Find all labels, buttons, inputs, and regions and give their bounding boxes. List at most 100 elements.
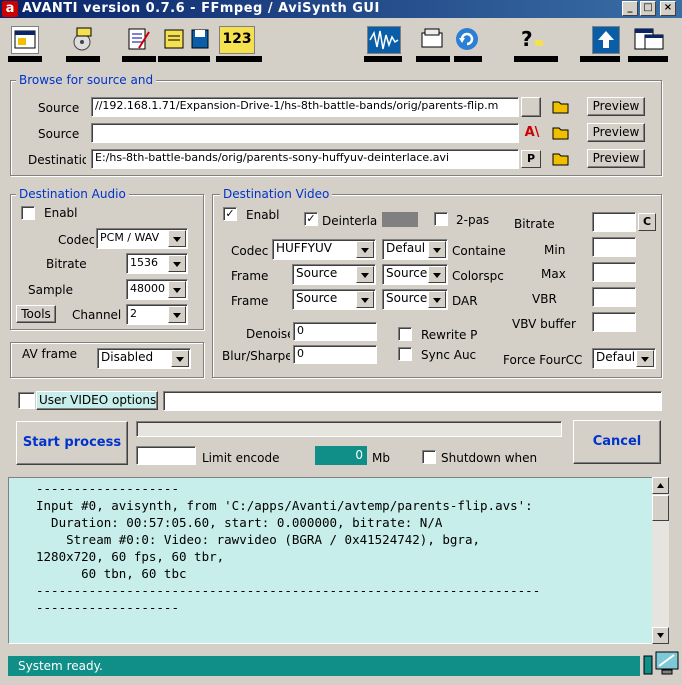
destination-input[interactable]: E:/hs-8th-battle-bands/orig/parents-sony…: [91, 149, 519, 169]
frame-size-value: Source: [296, 266, 338, 280]
preview-destination-button[interactable]: Preview: [587, 149, 645, 168]
counter-icon[interactable]: 123: [216, 24, 262, 62]
tools-button[interactable]: Tools: [16, 305, 56, 323]
source1-input[interactable]: //192.168.1.71/Expansion-Drive-1/hs-8th-…: [91, 97, 519, 117]
chevron-down-icon[interactable]: [428, 266, 446, 283]
video-enable-checkbox[interactable]: ✓: [223, 207, 237, 221]
source2-folder-icon[interactable]: [552, 124, 570, 140]
vbv-buffer-input[interactable]: [592, 312, 636, 332]
audio-codec-select[interactable]: PCM / WAV: [96, 228, 188, 249]
chevron-down-icon[interactable]: [356, 266, 374, 283]
video-codec-select[interactable]: HUFFYUV: [272, 239, 376, 260]
blur-sharpen-input[interactable]: 0: [293, 345, 377, 364]
log-scrollbar[interactable]: [652, 477, 669, 644]
log-line: -------------------: [36, 481, 179, 496]
waveform-icon[interactable]: [364, 24, 402, 62]
deinterlace-label: Deinterlac: [322, 214, 378, 228]
minimize-button[interactable]: _: [622, 1, 638, 16]
chevron-down-icon[interactable]: [168, 281, 186, 298]
chevron-down-icon[interactable]: [168, 255, 186, 272]
mb-label: Mb: [372, 451, 390, 465]
audio-codec-value: PCM / WAV: [100, 231, 160, 244]
source1-folder-icon[interactable]: [552, 98, 570, 114]
preview-source1-button[interactable]: Preview: [587, 97, 645, 116]
user-video-options-button[interactable]: User VIDEO options >: [36, 391, 158, 410]
force-fourcc-value: Defaul: [596, 350, 636, 364]
deinterlace-checkbox[interactable]: ✓: [304, 212, 318, 226]
frame-size-select[interactable]: Source: [292, 264, 376, 285]
vbr-input[interactable]: [592, 287, 636, 307]
audio-enable-label: Enabl: [44, 206, 78, 220]
two-pass-checkbox[interactable]: [434, 212, 448, 226]
avframe-value: Disabled: [101, 350, 154, 364]
colorspace-select[interactable]: Source: [382, 264, 448, 285]
sync-audio-checkbox[interactable]: [398, 347, 412, 361]
edit-list-icon[interactable]: [122, 24, 156, 62]
chevron-down-icon[interactable]: [168, 230, 186, 247]
dar-select[interactable]: Source: [382, 289, 448, 310]
log-output[interactable]: ------------------- Input #0, avisynth, f…: [8, 477, 654, 644]
user-video-options-input[interactable]: [163, 391, 662, 411]
window-list-icon[interactable]: [628, 24, 668, 62]
audio-codec-label: Codec: [58, 233, 94, 247]
destination-folder-icon[interactable]: [552, 150, 570, 166]
scroll-up-button[interactable]: [652, 477, 669, 494]
log-line: ----------------------------------------…: [36, 583, 541, 598]
settings-icon[interactable]: [8, 24, 42, 62]
audio-bitrate-select[interactable]: 1536: [126, 253, 188, 274]
shutdown-checkbox[interactable]: [422, 450, 436, 464]
dar-value: Source: [386, 291, 428, 305]
preview-source2-button[interactable]: Preview: [587, 123, 645, 142]
help-icon[interactable]: ?: [514, 24, 558, 62]
audio-bitrate-label: Bitrate: [46, 257, 87, 271]
folder-open-icon[interactable]: [416, 24, 450, 62]
audio-enable-checkbox[interactable]: [21, 206, 35, 220]
video-bitrate-input[interactable]: [592, 212, 636, 232]
max-input[interactable]: [592, 262, 636, 282]
upload-icon[interactable]: [580, 24, 620, 62]
audio-bitrate-value: 1536: [130, 256, 158, 269]
audio-group-title: Destination Audio: [16, 187, 129, 201]
media-disc-icon[interactable]: [66, 24, 100, 62]
scroll-thumb[interactable]: [652, 495, 669, 521]
min-input[interactable]: [592, 237, 636, 257]
video-codec-preset-select[interactable]: Defaul: [382, 239, 448, 260]
rewrite-checkbox[interactable]: [398, 327, 412, 341]
chevron-down-icon[interactable]: [636, 350, 654, 367]
frame-size-label: Frame: [231, 269, 269, 283]
avframe-select[interactable]: Disabled: [97, 348, 191, 369]
refresh-icon[interactable]: [454, 24, 482, 62]
audio-channels-select[interactable]: 2: [126, 304, 188, 325]
audio-sample-select[interactable]: 48000: [126, 279, 188, 300]
chevron-down-icon[interactable]: [171, 350, 189, 367]
monitor-icon[interactable]: [654, 650, 680, 676]
source1-options-button[interactable]: [521, 97, 541, 117]
bitrate-calc-button[interactable]: C: [638, 213, 656, 231]
denoise-input[interactable]: 0: [293, 322, 377, 341]
p-button[interactable]: P: [521, 150, 541, 168]
cancel-button[interactable]: Cancel: [573, 420, 661, 464]
avisynth-icon[interactable]: A\: [521, 123, 543, 143]
chevron-down-icon[interactable]: [356, 241, 374, 258]
save-icon[interactable]: [190, 24, 212, 62]
resize-grip-icon[interactable]: [642, 654, 654, 676]
chevron-down-icon[interactable]: [428, 241, 446, 258]
user-video-options-checkbox[interactable]: [18, 392, 35, 409]
maximize-button[interactable]: □: [640, 1, 656, 16]
avframe-label: AV frame: [22, 347, 78, 361]
chevron-down-icon[interactable]: [168, 306, 186, 323]
limit-encode-input[interactable]: [136, 446, 196, 465]
scroll-down-button[interactable]: [652, 627, 669, 644]
chevron-down-icon[interactable]: [428, 291, 446, 308]
start-process-button[interactable]: Start process: [16, 421, 128, 465]
source2-input[interactable]: [91, 123, 519, 143]
close-button[interactable]: ×: [660, 1, 676, 16]
deinterlace-mode-swatch[interactable]: [382, 212, 418, 227]
notes-icon[interactable]: [158, 24, 192, 62]
force-fourcc-select[interactable]: Defaul: [592, 348, 656, 369]
source1-label: Source: [38, 101, 80, 115]
frame-rate-select[interactable]: Source: [292, 289, 376, 310]
status-bar: System ready.: [8, 656, 640, 676]
vbr-label: VBR: [532, 292, 557, 306]
chevron-down-icon[interactable]: [356, 291, 374, 308]
